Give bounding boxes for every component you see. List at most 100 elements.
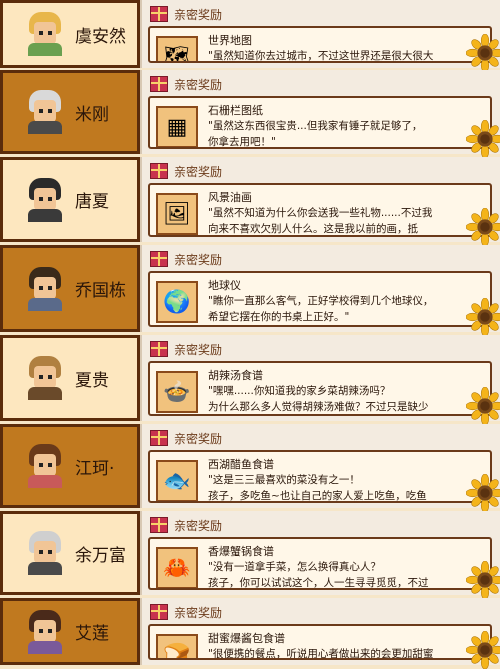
reward-header: 亲密奖励	[150, 74, 222, 94]
character-name: 艾莲	[75, 624, 109, 644]
reward-header-label: 亲密奖励	[174, 605, 223, 620]
map-icon: 🗺	[156, 36, 198, 61]
character-cell[interactable]: 江珂·	[0, 424, 140, 508]
reward-panel: 🦀 香爆蟹锅食谱 "没有一道拿手菜，怎么换得真心人？ 孩子，你可以试试这个，人一…	[148, 537, 492, 590]
reward-card: 亲密奖励 🍲 胡辣汤食谱 "嘿嘿......你知道我的家乡菜胡辣汤吗？ 为什么那…	[140, 335, 500, 425]
character-name: 夏贵	[75, 370, 109, 391]
item-description: "没有一道拿手菜，怎么换得真心人？ 孩子，你可以试试这个，人一生寻寻觅觅，不过	[208, 561, 429, 589]
sunflower-icon	[466, 387, 500, 425]
reward-card: 亲密奖励 ▦ 石栅栏图纸 "虽然这东西很宝贵...但我家有锤子就足够了， 你拿去…	[140, 70, 500, 158]
character-cell[interactable]: 艾莲	[0, 598, 140, 665]
character-cell[interactable]: 余万富	[0, 511, 140, 595]
gift-icon	[150, 341, 168, 357]
item-description: "虽然知道你去过城市，不过这世界还是很大很大 ，这是送给你地图，每个人都应该有走…	[208, 50, 434, 62]
reward-panel: 🍲 胡辣汤食谱 "嘿嘿......你知道我的家乡菜胡辣汤吗？ 为什么那么多人觉得…	[148, 361, 492, 416]
item-description: "虽然不知道为什么你会送我一些礼物......不过我 向来不喜欢欠别人什么。这是…	[208, 207, 433, 235]
character-row[interactable]: 虞安然 亲密奖励 🗺 世界地图 "虽然知道你去过城市，不过这世界还是很大很大 ，…	[0, 0, 500, 72]
character-row[interactable]: 江珂· 亲密奖励 🐟 西湖醋鱼食谱 "这是三三最喜欢的菜没有之一！ 孩子，多吃鱼…	[0, 424, 500, 512]
reward-panel: 🌍 地球仪 "瞧你一直那么客气，正好学校得到几个地球仪， 希望它摆在你的书桌上正…	[148, 271, 492, 327]
reward-panel: ▦ 石栅栏图纸 "虽然这东西很宝贵...但我家有锤子就足够了， 你拿去用吧！"	[148, 96, 492, 149]
character-avatar	[23, 90, 67, 134]
reward-header: 亲密奖励	[150, 339, 222, 359]
reward-card: 亲密奖励 🌍 地球仪 "瞧你一直那么客气，正好学校得到几个地球仪， 希望它摆在你…	[140, 245, 500, 336]
reward-card: 亲密奖励 🍞 甜蜜爆酱包食谱 "很便携的餐点，听说用心者做出来的会更加甜蜜	[140, 598, 500, 669]
item-description: "嘿嘿......你知道我的家乡菜胡辣汤吗？ 为什么那么多人觉得胡辣汤难做？不过…	[208, 385, 429, 413]
character-avatar	[23, 531, 67, 575]
reward-header-label: 亲密奖励	[174, 431, 223, 446]
reward-header-label: 亲密奖励	[174, 252, 223, 267]
character-avatar	[23, 609, 67, 654]
sunflower-icon	[466, 474, 500, 512]
reward-header-label: 亲密奖励	[174, 77, 223, 92]
soup-icon: 🍲	[156, 371, 198, 413]
reward-panel: 🐟 西湖醋鱼食谱 "这是三三最喜欢的菜没有之一！ 孩子，多吃鱼~也让自己的家人爱…	[148, 450, 492, 503]
reward-header: 亲密奖励	[150, 161, 222, 181]
item-description: "很便携的餐点，听说用心者做出来的会更加甜蜜	[208, 648, 434, 660]
gift-icon	[150, 604, 168, 620]
item-name: 胡辣汤食谱	[208, 369, 263, 382]
item-name: 香爆蟹锅食谱	[208, 545, 274, 558]
reward-panel: 🗺 世界地图 "虽然知道你去过城市，不过这世界还是很大很大 ，这是送给你地图，每…	[148, 26, 492, 63]
character-row[interactable]: 唐夏 亲密奖励 🖼 风景油画 "虽然不知道为什么你会送我一些礼物......不过…	[0, 157, 500, 246]
sunflower-icon	[466, 631, 500, 669]
reward-header: 亲密奖励	[150, 428, 222, 448]
character-name: 唐夏	[75, 192, 109, 212]
character-row[interactable]: 夏贵 亲密奖励 🍲 胡辣汤食谱 "嘿嘿......你知道我的家乡菜胡辣汤吗？ 为…	[0, 335, 500, 425]
character-avatar	[23, 177, 67, 222]
sunflower-icon	[466, 208, 500, 246]
reward-header-label: 亲密奖励	[174, 164, 223, 179]
sunflower-icon	[466, 298, 500, 336]
reward-panel: 🍞 甜蜜爆酱包食谱 "很便携的餐点，听说用心者做出来的会更加甜蜜	[148, 624, 492, 660]
character-name: 乔国栋	[75, 281, 126, 301]
sunflower-icon	[466, 561, 500, 599]
character-row[interactable]: 余万富 亲密奖励 🦀 香爆蟹锅食谱 "没有一道拿手菜，怎么换得真心人？ 孩子，你…	[0, 511, 500, 599]
gift-icon	[150, 430, 168, 446]
character-avatar	[23, 444, 67, 488]
item-name: 地球仪	[208, 279, 241, 292]
character-avatar	[23, 12, 67, 56]
reward-list: 虞安然 亲密奖励 🗺 世界地图 "虽然知道你去过城市，不过这世界还是很大很大 ，…	[0, 0, 500, 669]
reward-card: 亲密奖励 🦀 香爆蟹锅食谱 "没有一道拿手菜，怎么换得真心人？ 孩子，你可以试试…	[140, 511, 500, 599]
reward-header: 亲密奖励	[150, 602, 222, 622]
gift-icon	[150, 6, 168, 22]
character-name: 米刚	[75, 104, 109, 125]
sunflower-icon	[466, 34, 500, 72]
bun-icon: 🍞	[156, 634, 198, 658]
gift-icon	[150, 251, 168, 267]
character-cell[interactable]: 夏贵	[0, 335, 140, 421]
item-name: 世界地图	[208, 34, 252, 47]
character-avatar	[23, 356, 67, 400]
character-cell[interactable]: 米刚	[0, 70, 140, 154]
reward-card: 亲密奖励 🐟 西湖醋鱼食谱 "这是三三最喜欢的菜没有之一！ 孩子，多吃鱼~也让自…	[140, 424, 500, 512]
item-description: "瞧你一直那么客气，正好学校得到几个地球仪， 希望它摆在你的书桌上正好。"	[208, 295, 434, 323]
item-name: 甜蜜爆酱包食谱	[208, 632, 285, 645]
reward-header-label: 亲密奖励	[174, 342, 223, 357]
sunflower-icon	[466, 120, 500, 158]
item-description: "虽然这东西很宝贵...但我家有锤子就足够了， 你拿去用吧！"	[208, 120, 423, 148]
item-name: 石栅栏图纸	[208, 104, 263, 117]
character-name: 虞安然	[75, 26, 126, 47]
blueprint-icon: ▦	[156, 106, 198, 147]
item-description: "这是三三最喜欢的菜没有之一！ 孩子，多吃鱼~也让自己的家人爱上吃鱼，吃鱼	[208, 474, 427, 502]
character-cell[interactable]: 虞安然	[0, 0, 140, 68]
reward-panel: 🖼 风景油画 "虽然不知道为什么你会送我一些礼物......不过我 向来不喜欢欠…	[148, 183, 492, 237]
gift-icon	[150, 76, 168, 92]
character-row[interactable]: 艾莲 亲密奖励 🍞 甜蜜爆酱包食谱 "很便携的餐点，听说用心者做出来的会更加甜蜜	[0, 598, 500, 669]
reward-header-label: 亲密奖励	[174, 518, 223, 533]
fish-icon: 🐟	[156, 460, 198, 501]
globe-icon: 🌍	[156, 281, 198, 323]
character-cell[interactable]: 乔国栋	[0, 245, 140, 332]
character-row[interactable]: 乔国栋 亲密奖励 🌍 地球仪 "瞧你一直那么客气，正好学校得到几个地球仪， 希望…	[0, 245, 500, 336]
reward-card: 亲密奖励 🖼 风景油画 "虽然不知道为什么你会送我一些礼物......不过我 向…	[140, 157, 500, 246]
reward-header: 亲密奖励	[150, 249, 222, 269]
character-cell[interactable]: 唐夏	[0, 157, 140, 242]
reward-header: 亲密奖励	[150, 4, 222, 24]
reward-header-label: 亲密奖励	[174, 7, 223, 22]
painting-icon: 🖼	[156, 193, 198, 235]
gift-icon	[150, 163, 168, 179]
reward-header: 亲密奖励	[150, 515, 222, 535]
item-name: 西湖醋鱼食谱	[208, 458, 274, 471]
character-row[interactable]: 米刚 亲密奖励 ▦ 石栅栏图纸 "虽然这东西很宝贵...但我家有锤子就足够了， …	[0, 70, 500, 158]
character-name: 余万富	[75, 545, 126, 566]
crab-icon: 🦀	[156, 547, 198, 588]
